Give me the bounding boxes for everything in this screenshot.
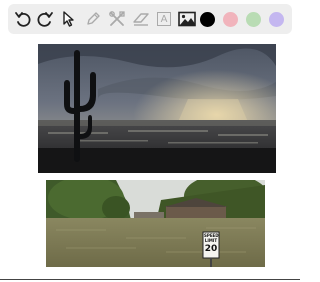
color-swatch-black[interactable]: [200, 12, 215, 27]
storm-cactus-photo[interactable]: [38, 44, 276, 173]
pen-icon[interactable]: [82, 8, 104, 30]
color-swatch-pink[interactable]: [223, 12, 238, 27]
undo-icon[interactable]: [12, 8, 34, 30]
redo-icon[interactable]: [34, 8, 56, 30]
text-icon-glyph: A: [157, 12, 171, 26]
eraser-icon[interactable]: [130, 8, 152, 30]
color-swatch-lavender[interactable]: [269, 12, 284, 27]
text-icon[interactable]: A: [153, 8, 175, 30]
tools-icon[interactable]: [106, 8, 128, 30]
image-icon[interactable]: [176, 8, 198, 30]
flooded-street-photo[interactable]: SPEED LIMIT 20: [46, 180, 265, 267]
sign-number-text: 20: [204, 244, 218, 254]
drawing-toolbar: A: [8, 4, 292, 34]
canvas-bottom-border: [0, 279, 300, 280]
sign-limit-text: LIMIT: [204, 238, 218, 243]
select-arrow-icon[interactable]: [58, 8, 80, 30]
color-swatch-green[interactable]: [246, 12, 261, 27]
